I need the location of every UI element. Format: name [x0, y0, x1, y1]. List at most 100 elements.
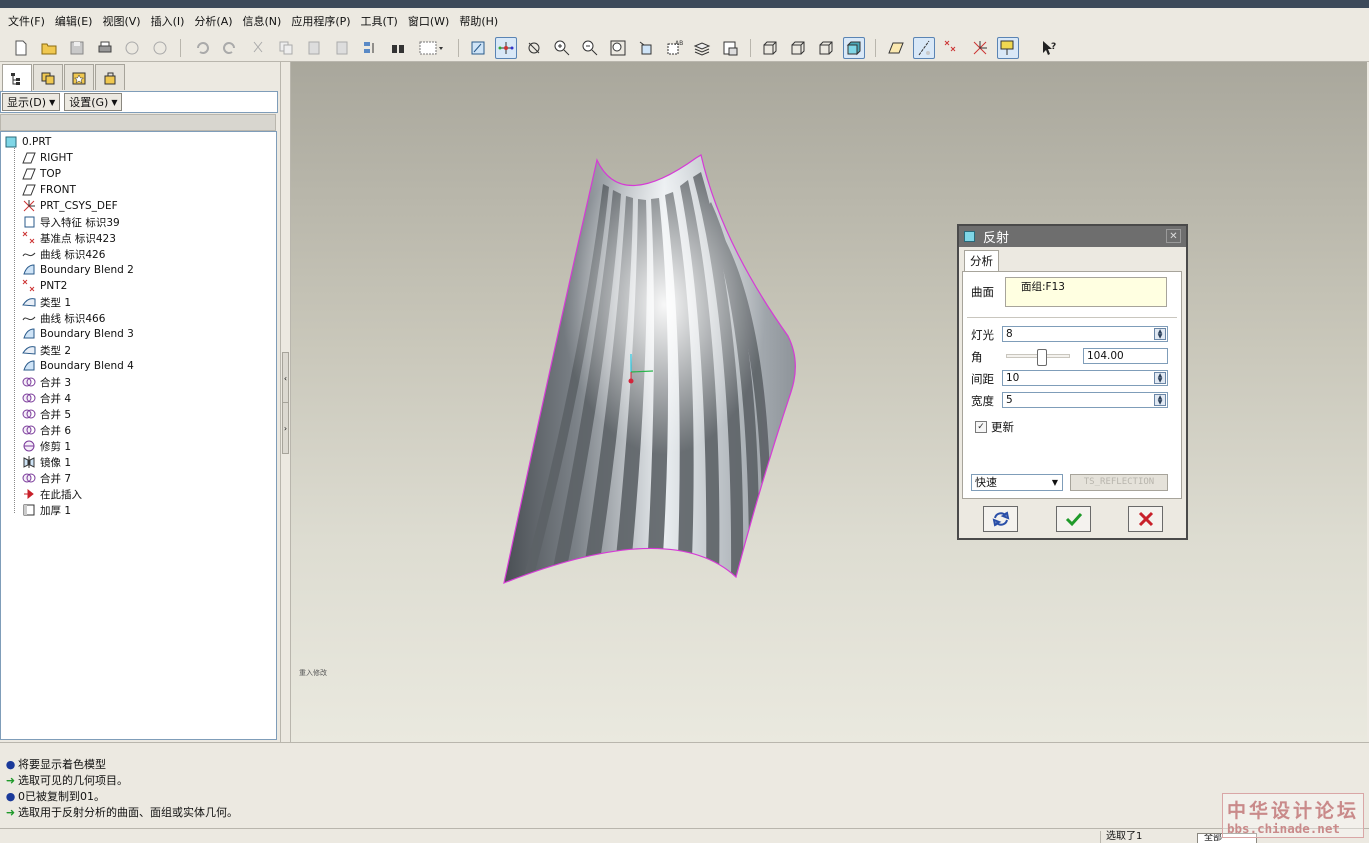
- datum-display-icon[interactable]: [523, 37, 545, 59]
- cut-icon[interactable]: [247, 37, 269, 59]
- zoom-out-icon[interactable]: [579, 37, 601, 59]
- spacing-stepper[interactable]: 10 ▲ ▼: [1002, 370, 1168, 386]
- find-icon[interactable]: [387, 37, 409, 59]
- tree-item[interactable]: FRONT: [21, 182, 76, 198]
- save-icon[interactable]: [66, 37, 88, 59]
- tree-item[interactable]: 曲线 标识466: [21, 310, 105, 326]
- collapse-panel-handle[interactable]: ‹: [282, 352, 289, 404]
- paste-icon[interactable]: [303, 37, 325, 59]
- tree-item[interactable]: 类型 1: [21, 294, 71, 310]
- recompute-button[interactable]: [983, 506, 1018, 532]
- mode-select[interactable]: 快速 ▼: [971, 474, 1063, 491]
- mail-reply-icon[interactable]: [149, 37, 171, 59]
- datum-points-icon[interactable]: [941, 37, 963, 59]
- menu-tools[interactable]: 工具(T): [356, 12, 403, 32]
- menu-analysis[interactable]: 分析(A): [189, 12, 237, 32]
- angle-field[interactable]: 104.00: [1083, 348, 1168, 364]
- dialog-titlebar[interactable]: 反射: [959, 226, 1186, 247]
- tab-favorites[interactable]: [64, 64, 94, 90]
- tree-item[interactable]: 类型 2: [21, 342, 71, 358]
- tree-item[interactable]: 合并 7: [21, 470, 71, 486]
- reflection-zebra-surface[interactable]: [291, 62, 1367, 742]
- view-manager-icon[interactable]: [719, 37, 741, 59]
- tree-root-item[interactable]: 0.PRT: [3, 134, 51, 150]
- ok-button[interactable]: [1056, 506, 1091, 532]
- angle-slider[interactable]: [1006, 349, 1070, 366]
- panel-splitter[interactable]: ‹ ›: [280, 62, 291, 742]
- spinner-arrows-icon[interactable]: ▲ ▼: [1154, 394, 1166, 406]
- menu-view[interactable]: 视图(V): [97, 12, 145, 32]
- tab-folder-browser[interactable]: [33, 64, 63, 90]
- repaint-icon[interactable]: [467, 37, 489, 59]
- open-folder-icon[interactable]: [38, 37, 60, 59]
- tree-item[interactable]: 合并 4: [21, 390, 71, 406]
- select-box-icon[interactable]: [415, 37, 447, 59]
- tree-item[interactable]: 加厚 1: [21, 502, 71, 518]
- tab-connections[interactable]: [95, 64, 125, 90]
- tab-analysis[interactable]: 分析: [964, 250, 999, 271]
- tree-item[interactable]: 曲线 标识426: [21, 246, 105, 262]
- surface-collector[interactable]: 面组:F13: [1005, 277, 1167, 307]
- menu-insert[interactable]: 插入(I): [146, 12, 190, 32]
- menu-file[interactable]: 文件(F): [3, 12, 50, 32]
- menu-applications[interactable]: 应用程序(P): [286, 12, 355, 32]
- reorient-icon[interactable]: [635, 37, 657, 59]
- redo-icon[interactable]: [219, 37, 241, 59]
- show-button[interactable]: 显示(D) ▼: [2, 93, 61, 111]
- slider-thumb[interactable]: [1037, 349, 1047, 366]
- tree-item[interactable]: Boundary Blend 3: [21, 326, 134, 342]
- menu-edit[interactable]: 编辑(E): [50, 12, 98, 32]
- undo-icon[interactable]: [191, 37, 213, 59]
- tree-item[interactable]: Boundary Blend 4: [21, 358, 134, 374]
- trim-icon: [21, 439, 37, 453]
- send-mail-icon[interactable]: [121, 37, 143, 59]
- tree-item[interactable]: 合并 6: [21, 422, 71, 438]
- tree-item[interactable]: PRT_CSYS_DEF: [21, 198, 118, 214]
- tree-item[interactable]: Boundary Blend 2: [21, 262, 134, 278]
- datum-axes-icon[interactable]: [913, 37, 935, 59]
- spin-center-icon[interactable]: [495, 37, 517, 59]
- menu-window[interactable]: 窗口(W): [403, 12, 454, 32]
- spinner-arrows-icon[interactable]: ▲ ▼: [1154, 328, 1166, 340]
- layers-icon[interactable]: [691, 37, 713, 59]
- saved-views-icon[interactable]: AB: [663, 37, 685, 59]
- hidden-line-icon[interactable]: [787, 37, 809, 59]
- menu-help[interactable]: 帮助(H): [454, 12, 503, 32]
- tree-item[interactable]: PNT2: [21, 278, 67, 294]
- paste-special-icon[interactable]: [331, 37, 353, 59]
- lights-stepper[interactable]: 8 ▲ ▼: [1002, 326, 1168, 342]
- spinner-arrows-icon[interactable]: ▲ ▼: [1154, 372, 1166, 384]
- tree-item[interactable]: 基准点 标识423: [21, 230, 116, 246]
- refit-icon[interactable]: [607, 37, 629, 59]
- print-icon[interactable]: [94, 37, 116, 59]
- zoom-in-icon[interactable]: [551, 37, 573, 59]
- tree-item[interactable]: RIGHT: [21, 150, 73, 166]
- close-icon[interactable]: ✕: [1166, 229, 1181, 243]
- copy-icon[interactable]: [275, 37, 297, 59]
- new-file-icon[interactable]: [10, 37, 32, 59]
- cancel-button[interactable]: [1128, 506, 1163, 532]
- tree-item[interactable]: 在此插入: [21, 486, 82, 502]
- regenerate-icon[interactable]: [359, 37, 381, 59]
- shaded-icon[interactable]: [843, 37, 865, 59]
- update-checkbox[interactable]: ✓: [975, 421, 987, 433]
- width-stepper[interactable]: 5 ▲ ▼: [1002, 392, 1168, 408]
- no-hidden-icon[interactable]: [815, 37, 837, 59]
- settings-button[interactable]: 设置(G) ▼: [64, 93, 123, 111]
- tree-item[interactable]: TOP: [21, 166, 61, 182]
- tree-item[interactable]: 合并 5: [21, 406, 71, 422]
- coordinate-systems-icon[interactable]: [969, 37, 991, 59]
- expand-panel-handle[interactable]: ›: [282, 402, 289, 454]
- datum-planes-icon[interactable]: [885, 37, 907, 59]
- appearance-icon[interactable]: [997, 37, 1019, 59]
- tree-item[interactable]: 导入特征 标识39: [21, 214, 120, 230]
- tree-item[interactable]: 修剪 1: [21, 438, 71, 454]
- wireframe-icon[interactable]: [759, 37, 781, 59]
- ts-reflection-button[interactable]: TS_REFLECTION: [1070, 474, 1168, 491]
- context-help-icon[interactable]: ?: [1038, 37, 1060, 59]
- menu-info[interactable]: 信息(N): [238, 12, 287, 32]
- tree-item[interactable]: 合并 3: [21, 374, 71, 390]
- tree-item[interactable]: 镜像 1: [21, 454, 71, 470]
- tab-model-tree[interactable]: [2, 64, 32, 92]
- graphics-window[interactable]: 重入修改: [291, 62, 1367, 742]
